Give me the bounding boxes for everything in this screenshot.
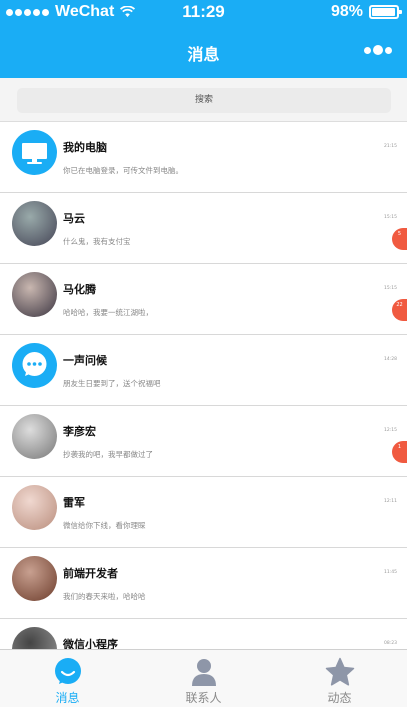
page-title: 消息 — [187, 45, 220, 64]
contact-name: 前端开发者 — [63, 567, 118, 580]
avatar — [12, 201, 57, 246]
search-input[interactable]: 搜索 — [17, 88, 391, 113]
contact-name: 马云 — [63, 212, 85, 225]
message-time: 14:28 — [384, 357, 397, 362]
battery-icon — [369, 5, 402, 19]
message-time: 08:23 — [384, 641, 397, 646]
contact-name: 马化腾 — [63, 283, 96, 296]
list-item[interactable]: 雷军微信给你下线，看你理睬 12:11 — [0, 477, 407, 548]
person-icon — [192, 659, 216, 686]
message-time: 12:11 — [384, 499, 397, 504]
unread-badge: 5 — [392, 228, 407, 250]
conversation-list[interactable]: 我的电脑你已在电脑登录，可传文件到电脑。 21:15 马云什么鬼，我有支付宝 15:1… — [0, 122, 407, 649]
app-screen: WeChat 11:29 98% 消息 搜索 我的电脑你已在电脑登录，可传文件到… — [0, 0, 407, 707]
avatar — [12, 627, 57, 649]
avatar — [12, 414, 57, 459]
message-preview: 朋友生日要到了，送个祝福吧 — [63, 379, 161, 388]
tab-label: 消息 — [55, 691, 80, 705]
avatar — [12, 272, 57, 317]
tab-moments[interactable]: 动态 — [272, 650, 407, 707]
battery-area: 98% — [330, 3, 402, 21]
contact-name: 微信小程序 — [63, 638, 118, 649]
message-preview: 你已在电脑登录，可传文件到电脑。 — [63, 166, 183, 175]
search-bar: 搜索 — [0, 78, 407, 122]
list-item[interactable]: 前端开发者我们的春天来啦，哈哈哈 11:45 — [0, 548, 407, 619]
computer-icon — [12, 130, 57, 175]
contact-name: 我的电脑 — [63, 141, 107, 154]
contact-name: 雷军 — [63, 496, 85, 509]
status-bar: WeChat 11:29 98% — [0, 0, 407, 26]
star-icon — [325, 657, 355, 686]
list-item[interactable]: 微信小程序 08:23 — [0, 619, 407, 649]
avatar — [12, 485, 57, 530]
chat-bubble-icon — [55, 658, 81, 684]
battery-percent: 98% — [330, 3, 363, 20]
message-preview: 什么鬼，我有支付宝 — [63, 237, 131, 246]
list-item[interactable]: 马云什么鬼，我有支付宝 15:15 5 — [0, 193, 407, 264]
list-item[interactable]: 李彦宏抄袭我的吧，我早都做过了 12:15 1 — [0, 406, 407, 477]
tab-bar: 消息 联系人 动态 — [0, 649, 407, 707]
avatar — [12, 556, 57, 601]
nav-bar: 消息 — [0, 26, 407, 78]
tab-label: 联系人 — [185, 691, 222, 705]
contact-name: 一声问候 — [63, 354, 107, 367]
message-preview: 我们的春天来啦，哈哈哈 — [63, 592, 146, 601]
message-time: 11:45 — [384, 570, 397, 575]
list-item[interactable]: 一声问候朋友生日要到了，送个祝福吧 14:28 — [0, 335, 407, 406]
unread-badge: 22 — [392, 299, 407, 321]
tab-messages[interactable]: 消息 — [0, 650, 135, 707]
message-preview: 抄袭我的吧，我早都做过了 — [63, 450, 153, 459]
tab-label: 动态 — [327, 691, 352, 705]
message-time: 21:15 — [384, 144, 397, 149]
message-time: 15:15 — [384, 215, 397, 220]
list-item[interactable]: 我的电脑你已在电脑登录，可传文件到电脑。 21:15 — [0, 122, 407, 193]
message-time: 15:15 — [384, 286, 397, 291]
chat-bubble-icon — [12, 343, 57, 388]
tab-contacts[interactable]: 联系人 — [136, 650, 271, 707]
contact-name: 李彦宏 — [63, 425, 96, 438]
message-time: 12:15 — [384, 428, 397, 433]
unread-badge: 1 — [392, 441, 407, 463]
more-menu-icon[interactable] — [364, 45, 392, 55]
message-preview: 微信给你下线，看你理睬 — [63, 521, 146, 530]
list-item[interactable]: 马化腾哈哈哈，我要一统江湖啦， 15:15 22 — [0, 264, 407, 335]
message-preview: 哈哈哈，我要一统江湖啦， — [63, 308, 153, 317]
